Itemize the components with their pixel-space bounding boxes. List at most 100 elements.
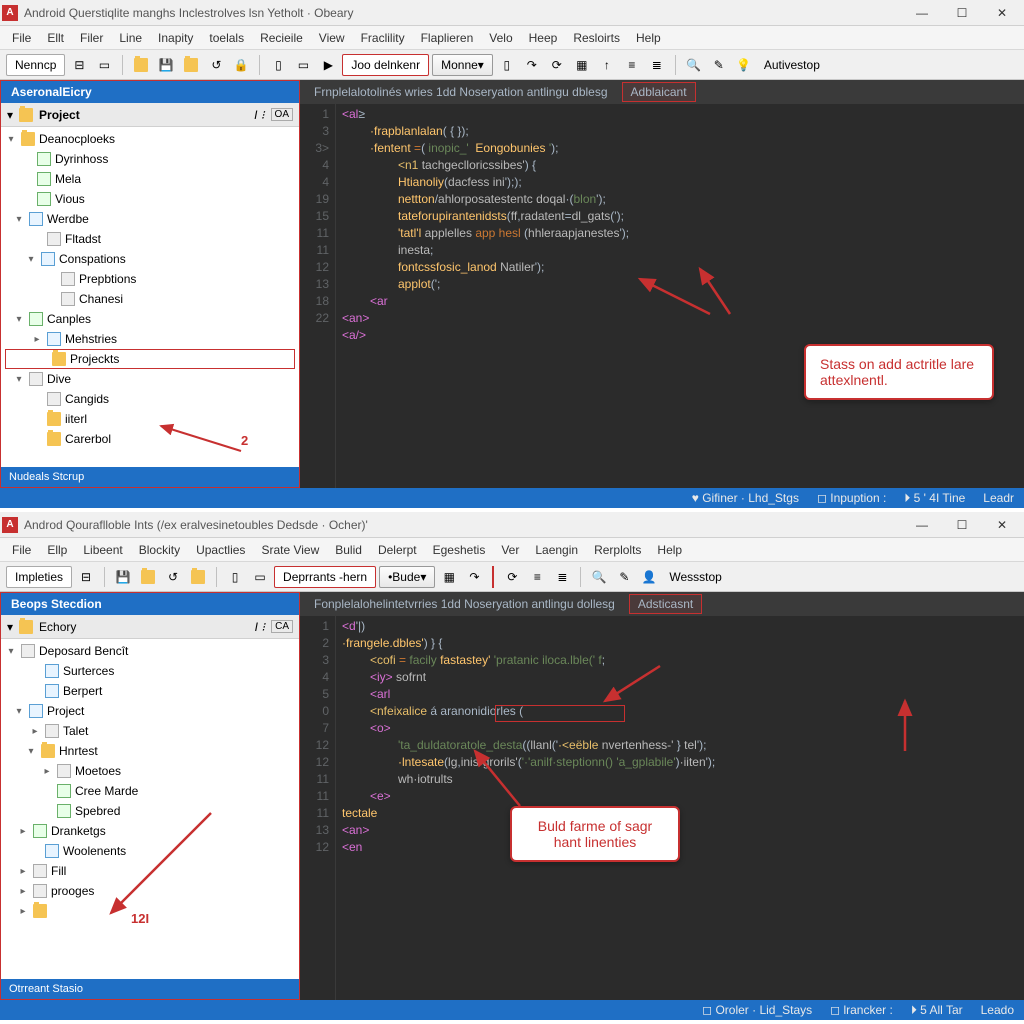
menu-item[interactable]: Laengin <box>527 543 586 557</box>
tree-item[interactable]: Cangids <box>1 389 299 409</box>
tree-item[interactable]: ▾Werdbe <box>1 209 299 229</box>
menu-item[interactable]: Velo <box>481 31 520 45</box>
close-button[interactable]: ✕ <box>982 1 1022 25</box>
sync-icon[interactable]: ↷ <box>463 566 485 588</box>
menu-item[interactable]: toelals <box>201 31 252 45</box>
menu-item[interactable]: Flaplieren <box>413 31 482 45</box>
menu-item[interactable]: File <box>4 31 39 45</box>
run-combo[interactable]: Monne ▾ <box>432 54 493 76</box>
wrench-icon[interactable]: ↷ <box>521 54 543 76</box>
bulb-icon[interactable]: 💡 <box>733 54 755 76</box>
tree-item[interactable]: Vious <box>1 189 299 209</box>
tree-item[interactable]: Woolenents <box>1 841 299 861</box>
refresh-icon[interactable]: ↺ <box>205 54 227 76</box>
tree-item[interactable]: ▸ <box>1 901 299 921</box>
menu-item[interactable]: Ellt <box>39 31 72 45</box>
save-icon[interactable]: 💾 <box>155 54 177 76</box>
menu-item[interactable]: Fraclility <box>353 31 413 45</box>
layout-icon[interactable]: ≡ <box>621 54 643 76</box>
code-lines[interactable]: <d'|)·frangele.dbles') } {<cofi = facily… <box>336 616 1024 1000</box>
sidebar-tab[interactable]: AseronalEicry <box>1 81 299 103</box>
status-item[interactable]: ◻ Inpuption : <box>817 491 886 505</box>
menu-item[interactable]: File <box>4 543 39 557</box>
save-icon[interactable]: 💾 <box>112 566 134 588</box>
tree-item[interactable]: ▾Deposard Bencît <box>1 641 299 661</box>
tree-item[interactable]: Prepbtions <box>1 269 299 289</box>
editor-tab-active[interactable]: Adblaicant <box>622 82 696 102</box>
tree-item[interactable]: ▸prooges <box>1 881 299 901</box>
sidebar-footer[interactable]: Otrreant Stasio <box>1 979 299 999</box>
tree-item[interactable]: Fltadst <box>1 229 299 249</box>
code-lines[interactable]: <al≥·frapblanlalan( { });·fentent =( ino… <box>336 104 1024 488</box>
tree-item[interactable]: ▸Moetoes <box>1 761 299 781</box>
tree-item[interactable]: Dyrinhoss <box>1 149 299 169</box>
open-icon[interactable] <box>137 566 159 588</box>
status-item[interactable]: ⏵ 5 All Tar <box>911 1003 963 1018</box>
menu-item[interactable]: Rerplolts <box>586 543 649 557</box>
menu-item[interactable]: Egeshetis <box>425 543 494 557</box>
tool-icon[interactable]: ⟳ <box>501 566 523 588</box>
tree-item[interactable]: Cree Marde <box>1 781 299 801</box>
tree-item[interactable]: Spebred <box>1 801 299 821</box>
sidebar-footer[interactable]: Nudeals Stcrup <box>1 467 299 487</box>
collapse-icon[interactable]: ⊟ <box>68 54 90 76</box>
search-icon[interactable]: 🔍 <box>588 566 610 588</box>
tree-item[interactable]: ▸Fill <box>1 861 299 881</box>
wand-icon[interactable]: ✎ <box>708 54 730 76</box>
menu-item[interactable]: Inapity <box>150 31 201 45</box>
editor-tab[interactable]: Fonplelalohelintetvrries 1dd Noseryation… <box>306 595 623 613</box>
menu-item[interactable]: Upactlies <box>188 543 253 557</box>
tree-item[interactable]: Carerbol <box>1 429 299 449</box>
tree-item[interactable]: ▸Talet <box>1 721 299 741</box>
menu-item[interactable]: Blockity <box>131 543 188 557</box>
menu-item[interactable]: Libeent <box>75 543 130 557</box>
tree-item[interactable]: Mela <box>1 169 299 189</box>
expand-icon[interactable]: ▭ <box>93 54 115 76</box>
refresh-icon[interactable]: ↺ <box>162 566 184 588</box>
collapse-icon[interactable]: ⊟ <box>75 566 97 588</box>
menu-item[interactable]: Delerpt <box>370 543 425 557</box>
maximize-button[interactable]: ☐ <box>942 513 982 537</box>
menu-item[interactable]: Filer <box>72 31 111 45</box>
run-config[interactable]: Joo delnkenr <box>342 54 429 76</box>
wand-icon[interactable]: ✎ <box>613 566 635 588</box>
layout-icon[interactable]: ≡ <box>526 566 548 588</box>
status-item[interactable]: ⏵ 5 ' 4I Tine <box>904 491 965 506</box>
build-combo[interactable]: • Bude ▾ <box>379 566 435 588</box>
list-icon[interactable]: ≣ <box>646 54 668 76</box>
tree-item[interactable]: Berpert <box>1 681 299 701</box>
menu-item[interactable]: Help <box>628 31 669 45</box>
deps-box[interactable]: Deprrants -hern <box>274 566 376 588</box>
close-button[interactable]: ✕ <box>982 513 1022 537</box>
debug-icon[interactable]: ▯ <box>496 54 518 76</box>
menu-item[interactable]: Ver <box>493 543 527 557</box>
minimize-button[interactable]: — <box>902 1 942 25</box>
tree-item[interactable]: Chanesi <box>1 289 299 309</box>
folder-icon[interactable] <box>187 566 209 588</box>
toolbar-nemp[interactable]: Nenncp <box>6 54 65 76</box>
sidebar-oa[interactable]: OA <box>271 108 293 121</box>
sidebar-tab[interactable]: Beops Stecdion <box>1 593 299 615</box>
editor-tab-active[interactable]: Adsticasnt <box>629 594 702 614</box>
open-icon[interactable] <box>130 54 152 76</box>
menu-item[interactable]: Recieile <box>252 31 311 45</box>
sidebar-oa[interactable]: CA <box>271 620 293 633</box>
play-icon[interactable]: ▶ <box>317 54 339 76</box>
tree-item[interactable]: iiterl <box>1 409 299 429</box>
grid-icon[interactable]: ▦ <box>571 54 593 76</box>
tree-item[interactable]: ▾Conspations <box>1 249 299 269</box>
editor-tab[interactable]: Frnplelalotolinés wries 1dd Noseryation … <box>306 83 616 101</box>
user-icon[interactable]: 👤 <box>638 566 660 588</box>
status-item[interactable]: ♥ Gifiner · Lhd_Stgs <box>692 491 799 505</box>
status-item[interactable]: ◻ Oroler · Lid_Stays <box>702 1003 812 1017</box>
tree-item-selected[interactable]: Projeckts <box>5 349 295 369</box>
tree-item[interactable]: ▾Hnrtest <box>1 741 299 761</box>
sync-icon[interactable]: ⟳ <box>546 54 568 76</box>
list-icon[interactable]: ≣ <box>551 566 573 588</box>
tree-item[interactable]: ▾Dive <box>1 369 299 389</box>
tree-item[interactable]: ▾Canples <box>1 309 299 329</box>
menu-item[interactable]: Srate View <box>253 543 327 557</box>
chat-icon[interactable]: ▭ <box>292 54 314 76</box>
menu-item[interactable]: View <box>311 31 353 45</box>
tree-item[interactable]: ▾Deanocploeks <box>1 129 299 149</box>
